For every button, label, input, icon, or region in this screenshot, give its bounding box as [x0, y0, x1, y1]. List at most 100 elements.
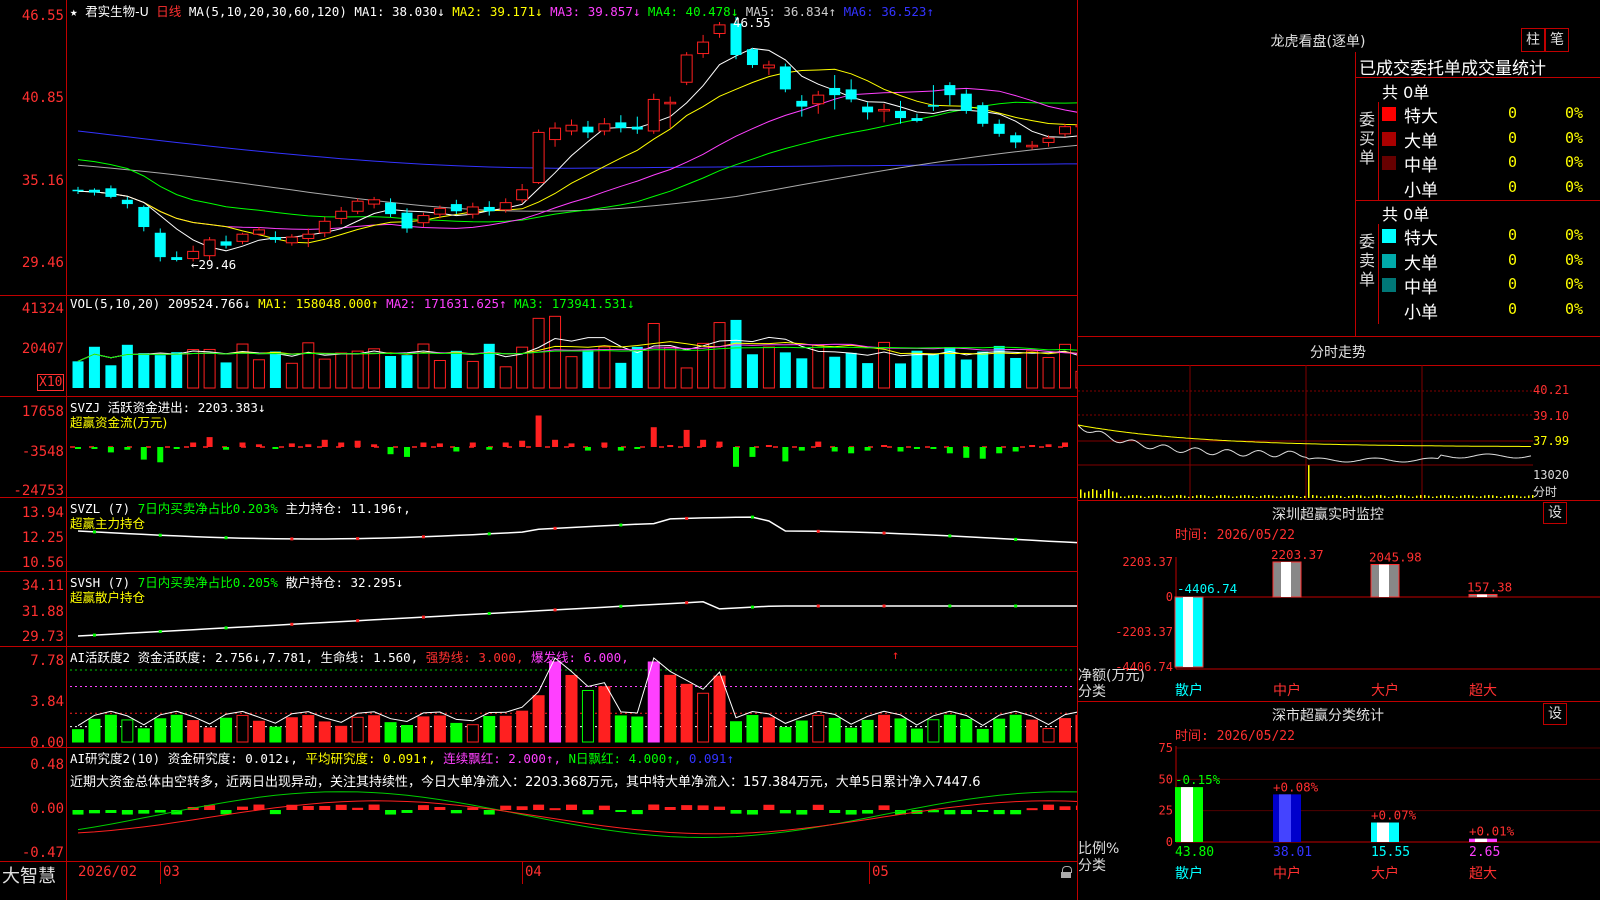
svsh-chart	[77, 601, 1077, 637]
intraday-vol-bar	[1244, 495, 1246, 498]
intraday-vol-bar	[1352, 495, 1354, 498]
volume-bar-down	[483, 343, 495, 388]
svzl-panel[interactable]: SVZL (7) 7日内买卖净占比0.203% 主力持仓: 11.196↑, 超…	[0, 498, 1077, 571]
volume-bar-up	[762, 346, 775, 389]
ai-active-bar	[697, 692, 710, 743]
ai-active-bar	[252, 720, 265, 743]
candle-down	[220, 241, 232, 246]
price-panel[interactable]: ★ 君实生物-U 日线 MA(5,10,20,30,60,120) MA1: 3…	[0, 0, 1077, 295]
svzj-bar-in	[1062, 442, 1068, 447]
candle-down	[944, 85, 956, 96]
svsh-line-tick	[750, 605, 754, 609]
intraday-vol-bar	[1192, 496, 1194, 498]
sz-class-tick: 25	[1159, 804, 1173, 818]
intraday-vol-bar	[1344, 496, 1346, 498]
intraday-vol-bar	[1424, 495, 1426, 498]
buy-pct: 0%	[1565, 153, 1584, 171]
ai-active-bar	[795, 720, 808, 743]
candlestick-chart[interactable]	[0, 0, 1077, 295]
intraday-vol-bar	[1460, 495, 1462, 498]
intraday-vol-bar	[1152, 495, 1154, 498]
intraday-panel[interactable]: 分时走势 40.21 39.10 37.99 13020 分时	[1078, 337, 1600, 500]
svzj-bar-in	[338, 442, 345, 447]
sz-monitor-bar-3	[1468, 594, 1498, 598]
ai-research-bar	[566, 804, 577, 810]
svzj-bar-in	[502, 442, 509, 447]
ai-research-bar	[862, 810, 874, 814]
ai-active-bar	[516, 710, 529, 743]
right-panel: 龙虎看盘(逐单) 柱 笔 已成交委托单成交量统计 委买单 共 0单 特大 0 0% 大…	[1077, 0, 1600, 900]
ai-active-panel[interactable]: AI活跃度2 资金活跃度: 2.756↓,7.781, 生命线: 1.560, …	[0, 647, 1077, 751]
svzj-bar-in	[700, 439, 707, 447]
bar-view-button[interactable]: 柱	[1521, 28, 1545, 52]
svzj-bar-in	[1045, 444, 1052, 447]
ai-research-bar	[269, 810, 281, 815]
volume-bar-down	[845, 352, 857, 388]
intraday-vol-bar	[1276, 496, 1278, 498]
volume-bar-up	[302, 342, 315, 389]
ai-research-bar	[1059, 806, 1071, 810]
sz-monitor-bar-shine	[1477, 594, 1487, 597]
candle-up	[647, 98, 660, 132]
volume-panel[interactable]: VOL(5,10,20) 209524.766↓ MA1: 158048.000…	[0, 296, 1077, 396]
longhu-tabs[interactable]: 已成交委托单成交量统计	[1359, 54, 1600, 79]
ai-active-bar	[927, 719, 940, 743]
sz-class-tick: 50	[1159, 772, 1173, 786]
svzj-bar-out	[963, 447, 970, 458]
sz-monitor-bar-0	[1174, 596, 1204, 668]
candle-down	[269, 237, 281, 240]
svsh-line-tick	[92, 633, 96, 637]
svzj-bar-out	[749, 447, 756, 457]
sell-count: 0	[1508, 250, 1518, 269]
intraday-vol-bar	[1396, 495, 1398, 498]
intraday-vol-bar	[1176, 495, 1178, 498]
sz-class-bar-shine	[1279, 794, 1291, 842]
sell-pct: 0%	[1565, 299, 1584, 318]
volume-bar-up	[647, 322, 660, 389]
intraday-vol-bar	[1508, 495, 1510, 498]
intraday-vol-bar	[1480, 496, 1482, 498]
candle-up	[516, 189, 529, 201]
volume-bar-down	[138, 353, 150, 388]
svsh-panel[interactable]: SVSH (7) 7日内买卖净占比0.205% 散户持仓: 32.295↓ 超赢…	[0, 572, 1077, 646]
intraday-vol-bar	[1124, 496, 1126, 498]
sz-class-category: 散户	[1175, 865, 1203, 882]
ai-active-chart: ↑	[70, 648, 1077, 743]
sz-monitor-category: 中户	[1273, 682, 1301, 699]
candle-up	[417, 215, 430, 224]
intraday-vol-bar	[1416, 495, 1418, 498]
svsh-line-tick	[421, 615, 425, 619]
ai-active-bar	[368, 715, 381, 743]
brand-label[interactable]: 大智慧	[2, 862, 56, 888]
ai-research-bar	[88, 810, 100, 814]
ai-research-bar	[417, 805, 429, 810]
ma2-line	[77, 68, 1077, 244]
candle-down	[88, 189, 100, 193]
sz-class-category: 大户	[1371, 865, 1399, 882]
ai-active-bar	[417, 716, 430, 743]
svzj-panel[interactable]: SVZJ 活跃资金进出: 2203.383↓ 超赢资金流(万元) 17658 -…	[0, 397, 1077, 499]
sz-class-panel[interactable]: 深市超赢分类统计 设 时间: 2026/05/22 75 50 25 0 -0.15% 4…	[1078, 702, 1600, 900]
intraday-vol-bar	[1444, 495, 1446, 498]
ai-active-bar	[549, 661, 562, 743]
ai-research-bar	[500, 805, 512, 810]
intraday-vol-bar	[1236, 496, 1238, 498]
candle-up	[762, 64, 775, 69]
sell-count: 0	[1508, 275, 1518, 293]
ai-active-bar	[713, 675, 726, 743]
intraday-vol-bar	[1328, 495, 1330, 498]
sz-class-bar-3	[1469, 838, 1497, 842]
sz-monitor-panel[interactable]: 深圳超赢实时监控 设 时间: 2026/05/22 2203.37 0 -2203.…	[1078, 501, 1600, 701]
svzl-line-tick	[224, 536, 228, 540]
svzj-bar-in	[815, 441, 822, 447]
volume-bar-up	[203, 348, 216, 389]
volume-bar-down	[960, 359, 972, 388]
tick-view-button[interactable]: 笔	[1545, 28, 1569, 52]
sz-class-change-label: +0.07%	[1371, 808, 1417, 823]
intraday-vol-bar	[1392, 496, 1394, 498]
svzl-line-tick	[685, 516, 689, 520]
svzj-bar-out	[913, 447, 920, 449]
svzj-bar-out	[848, 447, 855, 454]
sell-label: 小单	[1404, 302, 1438, 323]
ai-research-panel[interactable]: AI研究度2(10) 资金研究度: 0.012↓, 平均研究度: 0.091↑,…	[0, 748, 1077, 861]
